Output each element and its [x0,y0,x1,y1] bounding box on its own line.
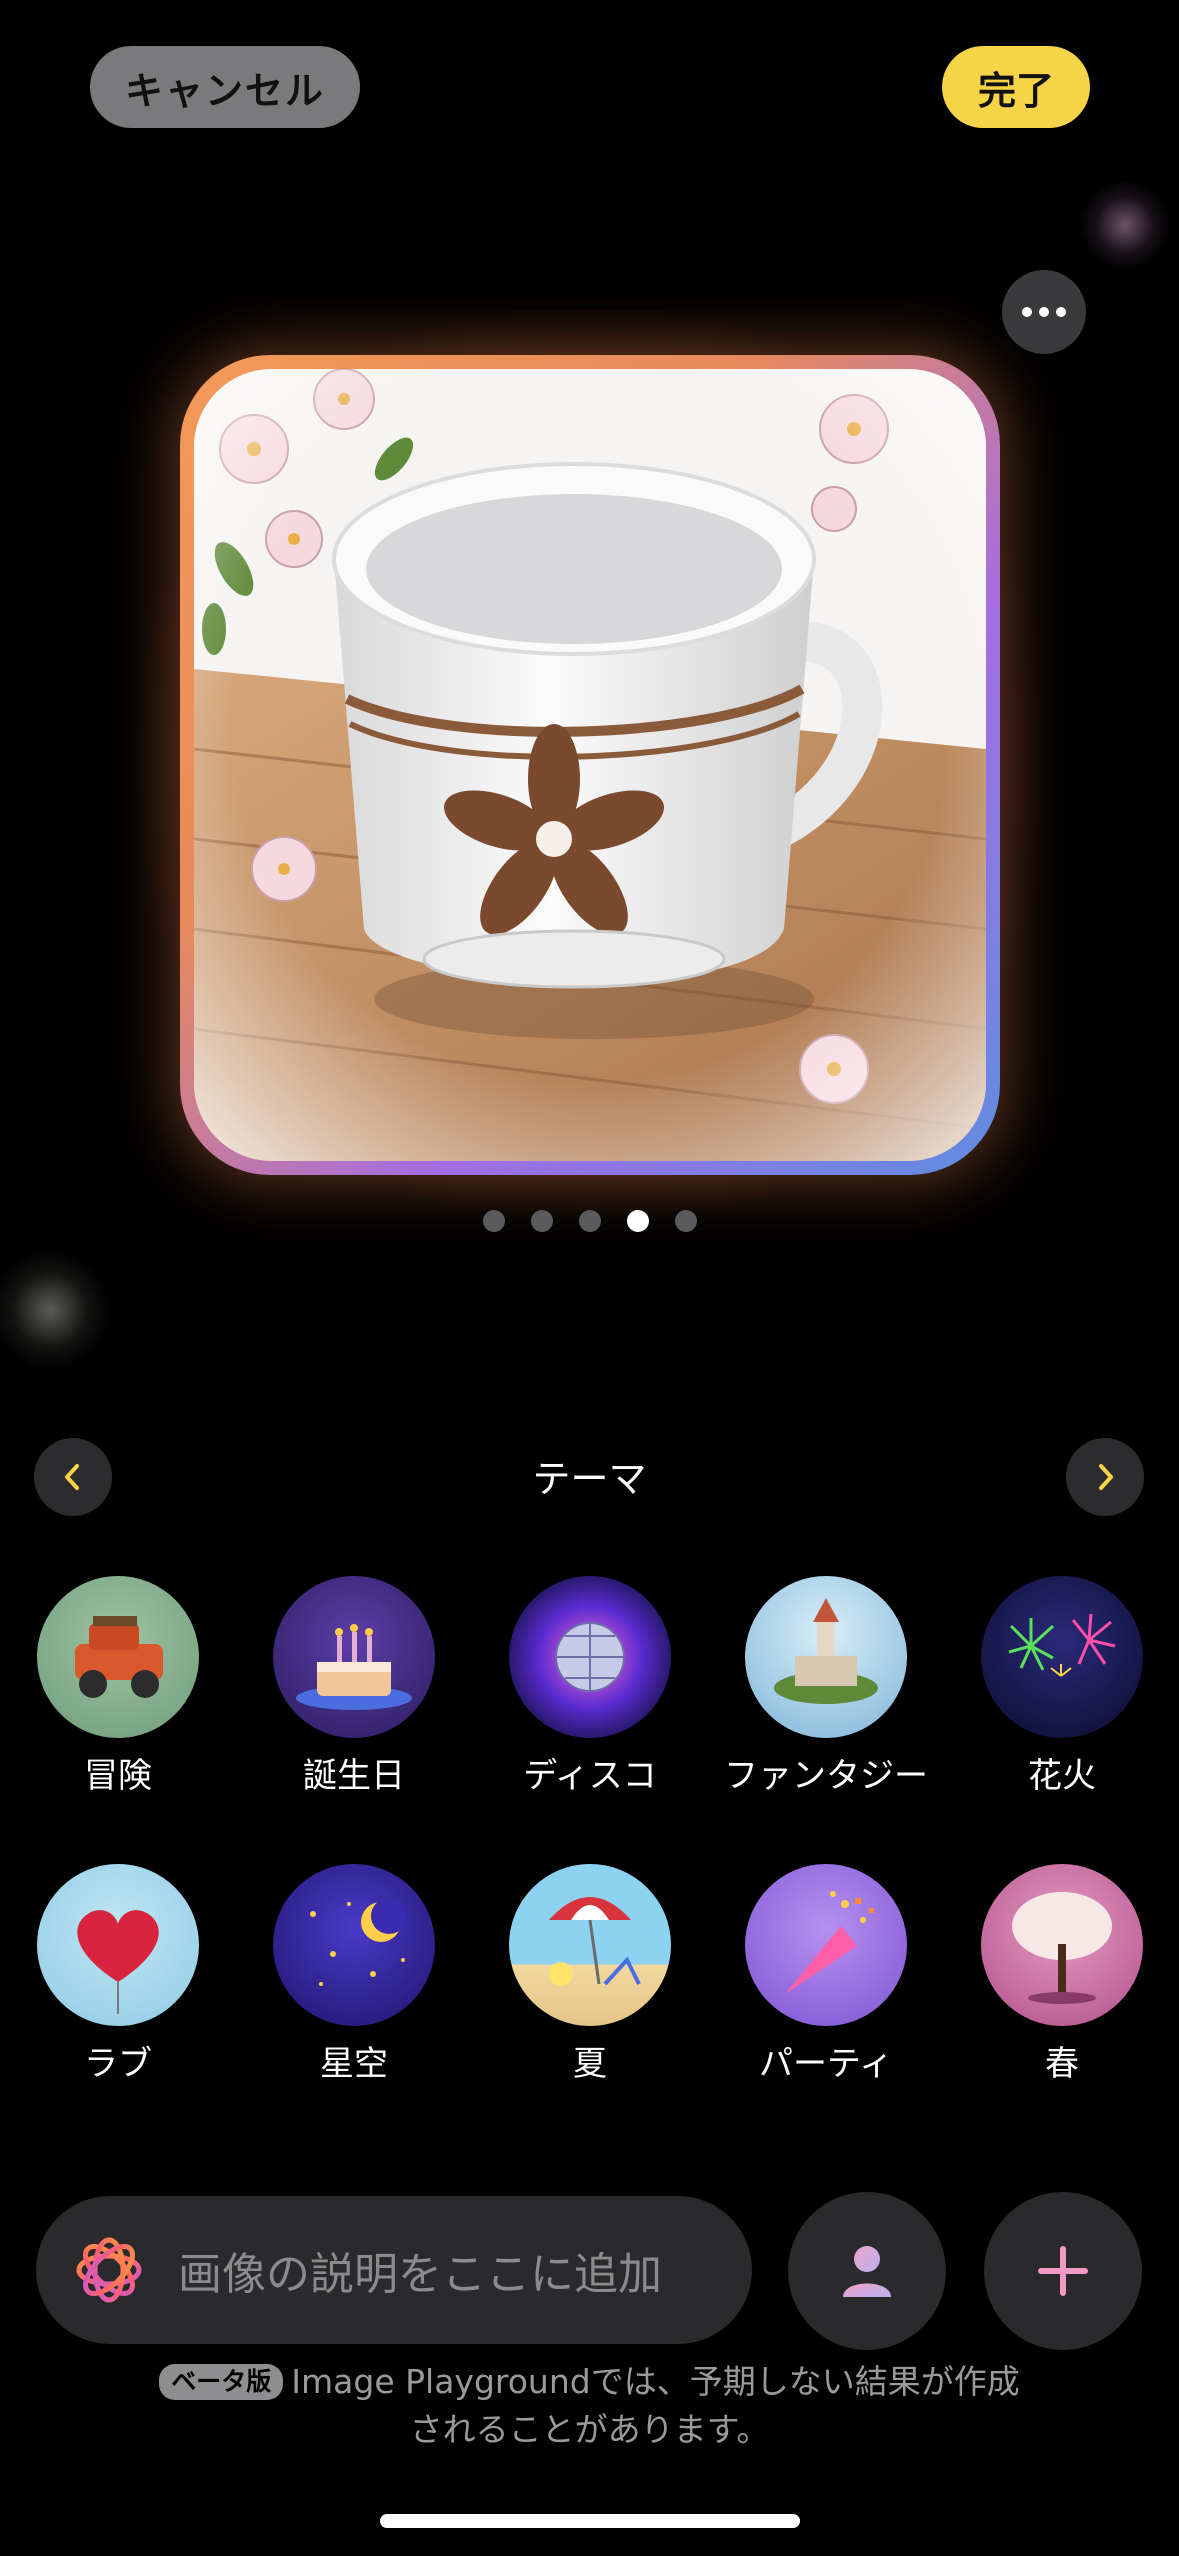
theme-label: 星空 [320,2044,388,2084]
theme-summer[interactable]: 夏 [475,1864,705,2085]
ambient-glow-dot [1080,180,1170,270]
next-category-button[interactable] [1066,1438,1144,1516]
theme-party[interactable]: パーティ [711,1864,941,2085]
moon-stars-icon [273,1864,435,2026]
more-options-button[interactable] [1002,270,1086,354]
blossom-tree-icon [981,1864,1143,2026]
image-playground-icon [76,2237,142,2303]
disclaimer-line1: Image Playgroundでは、予期しない結果が作成 [291,2362,1020,2401]
page-dot[interactable] [674,1210,697,1232]
ellipsis-icon [1022,307,1032,317]
theme-label: 誕生日 [303,1756,405,1796]
beach-umbrella-icon [509,1864,671,2026]
prompt-placeholder: 画像の説明をここに追加 [178,2249,662,2300]
person-icon [843,2246,891,2297]
theme-adventure[interactable]: 冒険 [3,1576,233,1797]
theme-label: 春 [1045,2044,1079,2084]
prompt-input[interactable]: 画像の説明をここに追加 [36,2196,752,2344]
theme-label: 花火 [1028,1756,1096,1796]
fireworks-icon [981,1576,1143,1738]
beta-badge: ベータ版 [159,2364,284,2400]
done-button[interactable]: 完了 [942,46,1090,128]
section-title: テーマ [532,1457,647,1501]
page-dot[interactable] [578,1210,601,1232]
theme-label: ラブ [84,2044,152,2084]
theme-spring[interactable]: 春 [947,1864,1177,2085]
theme-label: 夏 [573,2044,607,2084]
generated-image [194,369,986,1161]
page-indicator [0,1210,1179,1232]
birthday-cake-icon [273,1576,435,1738]
jeep-icon [37,1576,199,1738]
theme-label: 冒険 [84,1756,152,1796]
theme-love[interactable]: ラブ [3,1864,233,2085]
theme-label: ファンタジー [724,1756,928,1796]
theme-disco[interactable]: ディスコ [475,1576,705,1797]
generated-image-card[interactable] [180,355,1000,1175]
ambient-glow-dot [0,1250,110,1370]
teacup-illustration [194,369,986,1161]
page-dot[interactable] [482,1210,505,1232]
page-dot[interactable] [530,1210,553,1232]
add-button[interactable] [984,2192,1142,2350]
theme-fantasy[interactable]: ファンタジー [711,1576,941,1797]
heart-balloon-icon [37,1864,199,2026]
add-person-button[interactable] [788,2192,946,2350]
cancel-button[interactable]: キャンセル [90,46,360,128]
chevron-right-icon [1099,1464,1113,1490]
theme-label: パーティ [759,2044,893,2084]
page-dot-active[interactable] [626,1210,649,1232]
party-popper-icon [745,1864,907,2026]
disco-ball-icon [509,1576,671,1738]
theme-birthday[interactable]: 誕生日 [239,1576,469,1797]
disclaimer: ベータ版 Image Playgroundでは、予期しない結果が作成 されることが… [0,2358,1179,2454]
theme-fireworks[interactable]: 花火 [947,1576,1177,1797]
plus-icon [1038,2246,1088,2296]
theme-starry-sky[interactable]: 星空 [239,1864,469,2085]
castle-icon [745,1576,907,1738]
home-indicator[interactable] [380,2514,800,2528]
theme-label: ディスコ [523,1756,657,1796]
disclaimer-line2: されることがあります。 [409,2410,770,2449]
